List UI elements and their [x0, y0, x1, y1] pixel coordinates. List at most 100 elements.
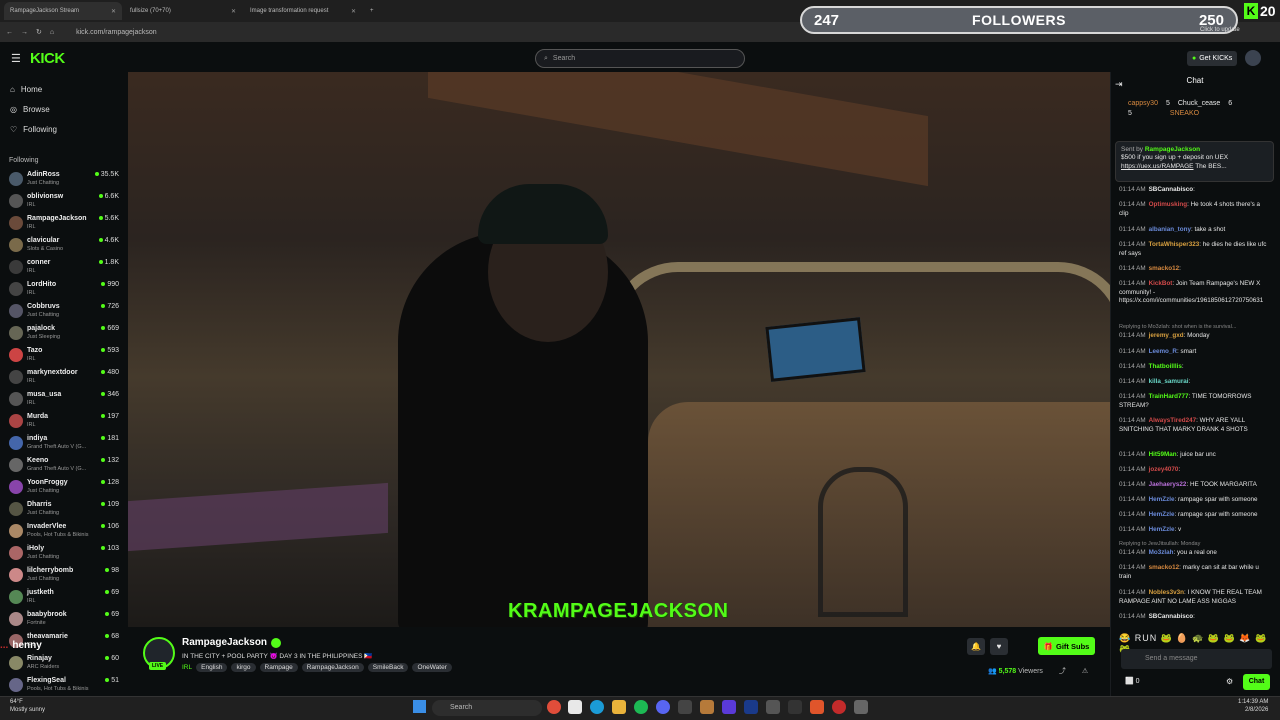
chrome-icon[interactable] — [547, 700, 561, 714]
user-avatar[interactable] — [1245, 50, 1261, 66]
sidebar-item-channel[interactable]: Keeno Grand Theft Auto V (G... 132 — [8, 456, 122, 478]
pinned-message[interactable]: Sent by RampageJackson $500 if you sign … — [1115, 141, 1274, 182]
stream-tag[interactable]: kirgo — [231, 663, 256, 672]
chat-username[interactable]: HemZzle — [1149, 526, 1175, 533]
menu-icon[interactable]: ☰ — [11, 52, 21, 65]
discord-icon[interactable] — [656, 700, 670, 714]
stream-tag[interactable]: OneWater — [412, 663, 452, 672]
spotify-icon[interactable] — [634, 700, 648, 714]
app-icon[interactable] — [678, 700, 692, 714]
chat-username[interactable]: Thatboilllis — [1149, 363, 1182, 370]
report-icon[interactable]: ⚠ — [1082, 668, 1088, 675]
sidebar-item-channel[interactable]: YoonFroggy Just Chatting 128 — [8, 478, 122, 500]
sidebar-item-channel[interactable]: indiya Grand Theft Auto V (G... 181 — [8, 434, 122, 456]
chat-username[interactable]: smacko12 — [1149, 265, 1179, 272]
streamer-name[interactable]: RampageJackson — [182, 637, 282, 648]
chat-username[interactable]: TortaWhisper323 — [1149, 241, 1200, 248]
chat-username[interactable]: Hit59Man — [1149, 451, 1177, 458]
sidebar-item-channel[interactable]: markynextdoor IRL 480 — [8, 368, 122, 390]
gift-subs-button[interactable]: 🎁 Gift Subs — [1038, 637, 1095, 655]
sidebar-item-channel[interactable]: lilcherrybomb Just Chatting 98 — [8, 566, 122, 588]
app-icon[interactable] — [854, 700, 868, 714]
folder-icon[interactable] — [612, 700, 626, 714]
video-player[interactable]: KRAMPAGEJACKSON — [128, 72, 1110, 627]
sidebar-item-channel[interactable]: Murda IRL 197 — [8, 412, 122, 434]
leader-name[interactable]: SNEAKO — [1170, 110, 1199, 117]
app-icon[interactable] — [700, 700, 714, 714]
sidebar-item-channel[interactable]: InvaderVlee Pools, Hot Tubs & Bikinis 106 — [8, 522, 122, 544]
close-icon[interactable]: ✕ — [111, 8, 116, 15]
browser-tab[interactable]: fullsize (70+70) ✕ — [124, 2, 242, 20]
sidebar-item-channel[interactable]: Rinajay ARC Raiders 60 — [8, 654, 122, 676]
sidebar-item-channel[interactable]: RampageJackson IRL 5.6K — [8, 214, 122, 236]
chat-username[interactable]: albanian_tony — [1149, 226, 1191, 233]
sidebar-item-channel[interactable]: baabybrook Fortnite 69 — [8, 610, 122, 632]
chat-username[interactable]: jozey4070 — [1149, 466, 1179, 473]
chat-username[interactable]: SBCannabisco — [1149, 613, 1193, 620]
share-icon[interactable]: ⤴ — [1059, 668, 1066, 675]
chat-username[interactable]: killa_samurai — [1149, 378, 1189, 385]
new-tab-button[interactable]: + — [364, 2, 378, 20]
sidebar-item-following[interactable]: ♡ Following — [10, 125, 57, 134]
update-hint[interactable]: Click to update — [1200, 27, 1240, 33]
sidebar-item-channel[interactable]: clavicular Slots & Casino 4.6K — [8, 236, 122, 258]
sidebar-item-channel[interactable]: FlexingSeal Pools, Hot Tubs & Bikinis 51 — [8, 676, 122, 698]
reload-icon[interactable]: ↻ — [36, 28, 42, 36]
weather-widget[interactable]: 64°F Mostly sunny — [10, 699, 45, 715]
sidebar-item-channel[interactable]: Cobbruvs Just Chatting 726 — [8, 302, 122, 324]
sidebar-item-channel[interactable]: oblivionsw IRL 6.6K — [8, 192, 122, 214]
chat-username[interactable]: smacko12 — [1149, 564, 1179, 571]
app-icon[interactable] — [722, 700, 736, 714]
stream-category[interactable]: IRL — [182, 664, 192, 671]
chat-username[interactable]: TrainHard777 — [1149, 393, 1189, 400]
pinned-link[interactable]: https://uex.us/RAMPAGE — [1121, 163, 1194, 170]
edge-icon[interactable] — [590, 700, 604, 714]
sidebar-item-channel[interactable]: Tazo IRL 593 — [8, 346, 122, 368]
sidebar-item-channel[interactable]: Dharris Just Chatting 109 — [8, 500, 122, 522]
stream-tag[interactable]: Rampage — [259, 663, 298, 672]
sidebar-item-browse[interactable]: ◎ Browse — [10, 105, 50, 114]
browser-tab[interactable]: Image transformation request ✕ — [244, 2, 362, 20]
settings-icon[interactable]: ⚙ — [1226, 677, 1233, 686]
file-explorer-icon[interactable] — [568, 700, 582, 714]
app-icon[interactable] — [766, 700, 780, 714]
sidebar-item-channel[interactable]: iHoly Just Chatting 103 — [8, 544, 122, 566]
chat-username[interactable]: Optimusking — [1149, 201, 1187, 208]
chat-username[interactable]: AlwaysTired247 — [1149, 417, 1197, 424]
leader-name[interactable]: Chuck_cease — [1178, 100, 1220, 107]
browser-tab[interactable]: RampageJackson Stream ✕ — [4, 2, 122, 20]
close-icon[interactable]: ✕ — [231, 8, 236, 15]
chat-username[interactable]: Nobles3v3n — [1149, 589, 1184, 596]
chat-username[interactable]: KickBot — [1149, 280, 1173, 287]
kick-logo[interactable]: KICK — [30, 50, 65, 67]
follow-heart-icon[interactable]: ♥ — [990, 638, 1008, 655]
chat-input[interactable]: Send a message — [1121, 649, 1272, 669]
stream-tag[interactable]: English — [196, 663, 228, 672]
photoshop-icon[interactable] — [744, 700, 758, 714]
app-icon[interactable] — [832, 700, 846, 714]
chat-username[interactable]: Jaehaerys22 — [1149, 481, 1187, 488]
sidebar-item-home[interactable]: ⌂ Home — [10, 85, 42, 94]
leader-name[interactable]: cappsy30 — [1128, 100, 1158, 107]
chat-username[interactable]: HemZzle — [1149, 496, 1175, 503]
terminal-icon[interactable] — [788, 700, 802, 714]
close-icon[interactable]: ✕ — [351, 8, 356, 15]
chat-username[interactable]: HemZzle — [1149, 511, 1175, 518]
url-field[interactable]: kick.com/rampagejackson — [76, 29, 157, 36]
home-icon[interactable]: ⌂ — [50, 29, 54, 36]
sidebar-item-channel[interactable]: AdinRoss Just Chatting 35.5K — [8, 170, 122, 192]
forward-icon[interactable]: → — [21, 29, 28, 36]
stream-tag[interactable]: SmileBack — [367, 663, 409, 672]
taskbar-clock[interactable]: 1:14:39 AM 2/8/2026 — [1238, 699, 1268, 715]
sidebar-item-channel[interactable]: pajalock Just Sleeping 669 — [8, 324, 122, 346]
sidebar-item-channel[interactable]: justketh IRL 69 — [8, 588, 122, 610]
send-chat-button[interactable]: Chat — [1243, 674, 1270, 690]
chat-username[interactable]: jeremy_gxd — [1149, 332, 1184, 339]
chat-username[interactable]: SBCannabisco — [1149, 186, 1193, 193]
sidebar-item-channel[interactable]: conner IRL 1.8K — [8, 258, 122, 280]
bell-icon[interactable]: 🔔 — [967, 638, 985, 655]
taskbar-search[interactable]: Search — [432, 700, 542, 716]
windows-start-icon[interactable] — [413, 700, 426, 713]
sidebar-item-channel[interactable]: LordHito IRL 990 — [8, 280, 122, 302]
back-icon[interactable]: ← — [6, 29, 13, 36]
